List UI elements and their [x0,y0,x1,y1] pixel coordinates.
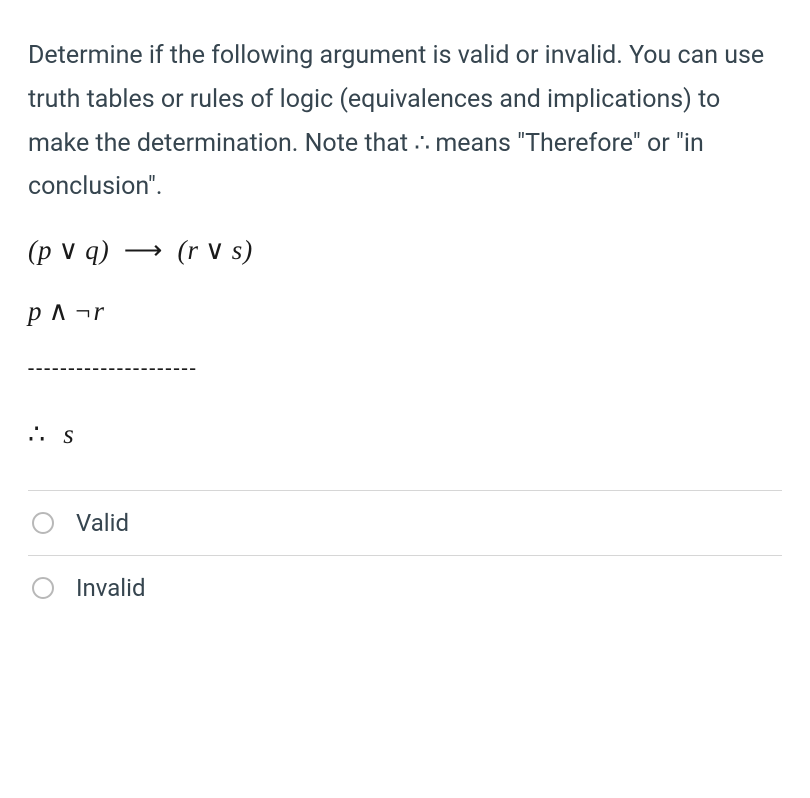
option-invalid[interactable]: Invalid [28,556,782,608]
option-valid[interactable]: Valid [28,491,782,556]
radio-icon[interactable] [32,512,54,534]
var-q: q [85,235,100,265]
var-r: r [187,235,199,265]
argument-separator: --------------------- [28,359,782,381]
premise-1: (p∨q)⟶(r∨s) [28,237,782,264]
var-r: r [94,296,106,326]
and-operator: ∧ [43,296,76,326]
argument-block: (p∨q)⟶(r∨s) p∧¬r --------------------- ∴… [28,237,782,450]
paren-close: ) [100,235,110,265]
var-p: p [28,296,43,326]
or-operator: ∨ [199,235,232,265]
var-s: s [63,419,74,449]
premise-2: p∧¬r [28,298,782,325]
radio-icon[interactable] [32,577,54,599]
conclusion-line: ∴s [28,419,782,450]
therefore-icon: ∴ [28,419,45,449]
not-operator: ¬ [75,296,93,326]
options-list: Valid Invalid [28,490,782,608]
var-p: p [38,235,53,265]
paren-close: ) [243,235,253,265]
arrow-operator: ⟶ [110,235,178,265]
therefore-symbol-inline: ∴ [414,129,429,158]
question-text: Determine if the following argument is v… [28,34,782,209]
or-operator: ∨ [53,235,86,265]
paren-open: ( [177,235,187,265]
option-label: Valid [76,509,129,537]
option-label: Invalid [76,574,146,602]
paren-open: ( [28,235,38,265]
var-s: s [232,235,244,265]
